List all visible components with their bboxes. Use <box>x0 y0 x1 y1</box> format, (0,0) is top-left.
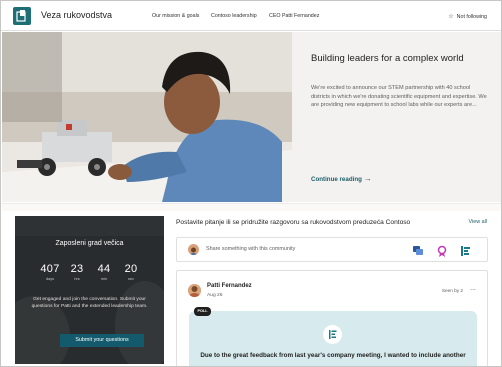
avatar <box>188 244 199 255</box>
poll-icon[interactable] <box>461 244 471 256</box>
continue-reading-label: Continue reading <box>311 176 362 183</box>
countdown-days: 407 days <box>38 263 62 281</box>
community-post[interactable]: Patti Fernandez Aug 26 Seen by 2 ... Due… <box>176 270 488 366</box>
hero-title[interactable]: Building leaders for a complex world <box>311 53 491 65</box>
poll-card-icon <box>323 325 342 344</box>
countdown-seconds-value: 20 <box>124 263 138 275</box>
site-title[interactable]: Veza rukovodstva <box>41 10 112 20</box>
poll-card[interactable]: Due to the great feedback from last year… <box>189 311 477 366</box>
site-header: Veza rukovodstva Our mission & goals Con… <box>1 1 501 31</box>
question-icon[interactable] <box>413 244 423 256</box>
countdown-seconds-unit: sec <box>128 277 134 281</box>
countdown-title: Zaposleni grad večica <box>55 240 124 247</box>
follow-label: Not following <box>456 14 487 20</box>
countdown-days-unit: days <box>45 277 55 281</box>
hero-image[interactable] <box>2 32 292 202</box>
countdown-seconds: 20 sec <box>119 263 143 281</box>
poll-badge: POLL <box>194 307 211 316</box>
countdown-minutes-unit: min <box>100 277 108 281</box>
countdown-description: Get engaged and join the conversation. S… <box>31 297 148 309</box>
post-author[interactable]: Patti Fernandez <box>207 283 252 289</box>
submit-questions-button[interactable]: Submit your questions <box>60 334 144 347</box>
hero-description: We're excited to announce our STEM partn… <box>311 85 487 109</box>
post-date: Aug 26 <box>207 293 223 298</box>
countdown-card: Zaposleni grad večica 407 days 23 hrs 44… <box>15 216 164 364</box>
section-divider <box>2 203 501 211</box>
share-icons <box>413 244 473 257</box>
community-title: Postavite pitanje ili se pridružite razg… <box>176 219 411 226</box>
nav-link-ceo[interactable]: CEO Patti Fernandez <box>269 13 319 19</box>
avatar[interactable] <box>188 284 201 297</box>
nav-link-mission[interactable]: Our mission & goals <box>152 13 199 19</box>
praise-icon[interactable] <box>437 244 447 257</box>
countdown-minutes: 44 min <box>92 263 116 281</box>
share-box[interactable]: Share something with this community <box>176 237 488 262</box>
follow-button[interactable]: ☆ Not following <box>448 13 487 20</box>
countdown-hours-value: 23 <box>70 263 84 275</box>
more-options-icon[interactable]: ... <box>470 285 476 292</box>
view-all-link[interactable]: View all <box>469 219 487 225</box>
site-logo-icon[interactable] <box>13 7 31 25</box>
share-input[interactable]: Share something with this community <box>206 246 295 252</box>
poll-text: Due to the great feedback from last year… <box>200 352 466 359</box>
countdown-minutes-value: 44 <box>97 263 111 275</box>
seen-by[interactable]: Seen by 2 <box>442 288 463 293</box>
countdown-days-value: 407 <box>40 263 60 275</box>
nav-link-leadership[interactable]: Contoso leadership <box>211 13 257 19</box>
sharepoint-page: Veza rukovodstva Our mission & goals Con… <box>0 0 502 367</box>
arrow-right-icon: → <box>363 174 372 183</box>
continue-reading-link[interactable]: Continue reading → <box>311 174 372 183</box>
hero-text-panel: Building leaders for a complex world We'… <box>292 32 501 202</box>
countdown-hours-unit: hrs <box>74 277 80 281</box>
countdown-hours: 23 hrs <box>65 263 89 281</box>
star-icon: ☆ <box>448 14 454 20</box>
